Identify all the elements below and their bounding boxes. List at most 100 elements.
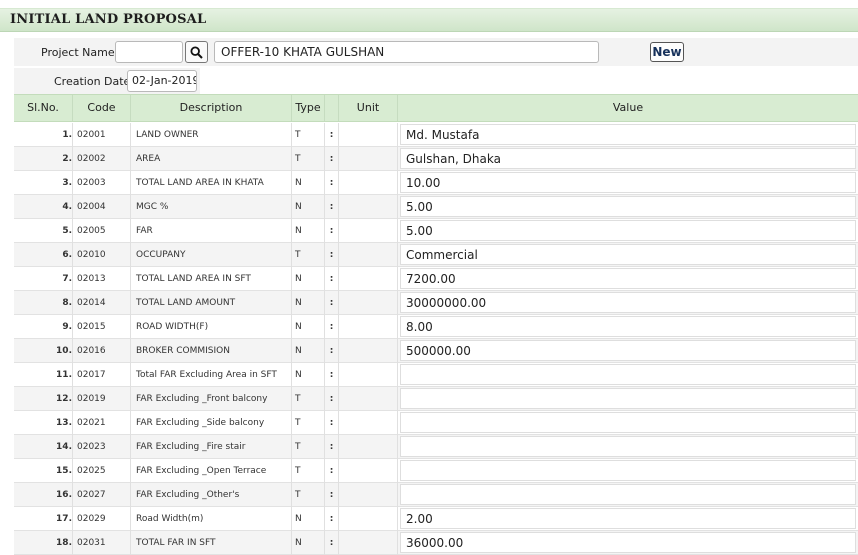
column-header-type: Type <box>292 95 325 121</box>
table-row: 1. 02001 LAND OWNER T: Md. Mustafa <box>14 123 858 147</box>
row-value-input[interactable]: Gulshan, Dhaka <box>400 148 856 169</box>
row-code: 02023 <box>73 435 131 459</box>
row-value-input[interactable]: 10.00 <box>400 172 856 193</box>
row-value-input[interactable] <box>400 388 856 409</box>
row-value-input[interactable]: 7200.00 <box>400 268 856 289</box>
row-value-input[interactable]: 5.00 <box>400 220 856 241</box>
row-type: T <box>292 411 325 435</box>
row-unit <box>339 531 398 555</box>
row-description: TOTAL LAND AMOUNT <box>131 291 292 315</box>
row-sl-number: 11. <box>14 363 73 387</box>
row-description: TOTAL LAND AREA IN SFT <box>131 267 292 291</box>
row-value-input[interactable]: Md. Mustafa <box>400 124 856 145</box>
row-unit <box>339 315 398 339</box>
creation-date-input[interactable]: 02-Jan-2019 <box>127 70 197 92</box>
project-name-field[interactable]: OFFER-10 KHATA GULSHAN <box>214 41 599 63</box>
row-value-input[interactable] <box>400 364 856 385</box>
row-description: AREA <box>131 147 292 171</box>
new-button[interactable]: New <box>650 42 684 62</box>
row-separator: : <box>325 243 339 267</box>
row-description: ROAD WIDTH(F) <box>131 315 292 339</box>
table-row: 16. 02027 FAR Excluding _Other's T: <box>14 483 858 507</box>
row-code: 02025 <box>73 459 131 483</box>
row-value-input[interactable] <box>400 412 856 433</box>
table-row: 17. 02029 Road Width(m) N: 2.00 <box>14 507 858 531</box>
row-code: 02017 <box>73 363 131 387</box>
table-header: Sl.No. Code Description Type Unit Value <box>14 94 858 122</box>
row-code: 02003 <box>73 171 131 195</box>
row-value-input[interactable]: 500000.00 <box>400 340 856 361</box>
project-code-input[interactable] <box>115 41 183 63</box>
row-separator: : <box>325 195 339 219</box>
row-sl-number: 5. <box>14 219 73 243</box>
row-type: N <box>292 363 325 387</box>
row-value-input[interactable]: 30000000.00 <box>400 292 856 313</box>
row-value-input[interactable]: 36000.00 <box>400 532 856 553</box>
row-value-input[interactable]: 2.00 <box>400 508 856 529</box>
row-separator: : <box>325 339 339 363</box>
row-separator: : <box>325 219 339 243</box>
row-separator: : <box>325 363 339 387</box>
row-unit <box>339 435 398 459</box>
row-value-input[interactable] <box>400 484 856 505</box>
row-sl-number: 4. <box>14 195 73 219</box>
table-row: 11. 02017 Total FAR Excluding Area in SFT N… <box>14 363 858 387</box>
row-value-input[interactable] <box>400 460 856 481</box>
row-code: 02002 <box>73 147 131 171</box>
row-sl-number: 2. <box>14 147 73 171</box>
table-row: 15. 02025 FAR Excluding _Open Terrace T: <box>14 459 858 483</box>
table-row: 2. 02002 AREA T: Gulshan, Dhaka <box>14 147 858 171</box>
row-unit <box>339 243 398 267</box>
row-separator: : <box>325 483 339 507</box>
row-description: FAR Excluding _Front balcony <box>131 387 292 411</box>
project-name-label: Project Name <box>41 46 115 59</box>
creation-date-label: Creation Date <box>54 75 131 88</box>
row-type: T <box>292 147 325 171</box>
row-value-input[interactable]: Commercial <box>400 244 856 265</box>
row-unit <box>339 507 398 531</box>
row-type: N <box>292 531 325 555</box>
row-sl-number: 9. <box>14 315 73 339</box>
row-description: TOTAL FAR IN SFT <box>131 531 292 555</box>
row-code: 02016 <box>73 339 131 363</box>
row-description: Road Width(m) <box>131 507 292 531</box>
row-sl-number: 16. <box>14 483 73 507</box>
table-row: 9. 02015 ROAD WIDTH(F) N: 8.00 <box>14 315 858 339</box>
row-value-input[interactable] <box>400 436 856 457</box>
row-sl-number: 18. <box>14 531 73 555</box>
table-row: 18. 02031 TOTAL FAR IN SFT N: 36000.00 <box>14 531 858 555</box>
row-sl-number: 8. <box>14 291 73 315</box>
row-sl-number: 3. <box>14 171 73 195</box>
page-title-bar: INITIAL LAND PROPOSAL <box>0 8 858 32</box>
row-separator: : <box>325 507 339 531</box>
row-description: FAR <box>131 219 292 243</box>
row-description: OCCUPANY <box>131 243 292 267</box>
column-header-code: Code <box>73 95 131 121</box>
row-code: 02031 <box>73 531 131 555</box>
table-row: 10. 02016 BROKER COMMISION N: 500000.00 <box>14 339 858 363</box>
row-code: 02027 <box>73 483 131 507</box>
row-separator: : <box>325 147 339 171</box>
row-type: N <box>292 219 325 243</box>
row-value-input[interactable]: 8.00 <box>400 316 856 337</box>
row-unit <box>339 459 398 483</box>
row-sl-number: 13. <box>14 411 73 435</box>
row-sl-number: 12. <box>14 387 73 411</box>
row-type: T <box>292 123 325 147</box>
row-unit <box>339 147 398 171</box>
table-row: 14. 02023 FAR Excluding _Fire stair T: <box>14 435 858 459</box>
row-sl-number: 17. <box>14 507 73 531</box>
row-sl-number: 6. <box>14 243 73 267</box>
row-type: T <box>292 435 325 459</box>
row-description: FAR Excluding _Fire stair <box>131 435 292 459</box>
row-code: 02013 <box>73 267 131 291</box>
row-value-input[interactable]: 5.00 <box>400 196 856 217</box>
table-row: 7. 02013 TOTAL LAND AREA IN SFT N: 7200.00 <box>14 267 858 291</box>
column-header-description: Description <box>131 95 292 121</box>
row-type: T <box>292 483 325 507</box>
row-unit <box>339 219 398 243</box>
row-type: N <box>292 267 325 291</box>
project-search-button[interactable] <box>185 41 208 63</box>
column-header-value: Value <box>612 101 644 114</box>
row-type: N <box>292 171 325 195</box>
